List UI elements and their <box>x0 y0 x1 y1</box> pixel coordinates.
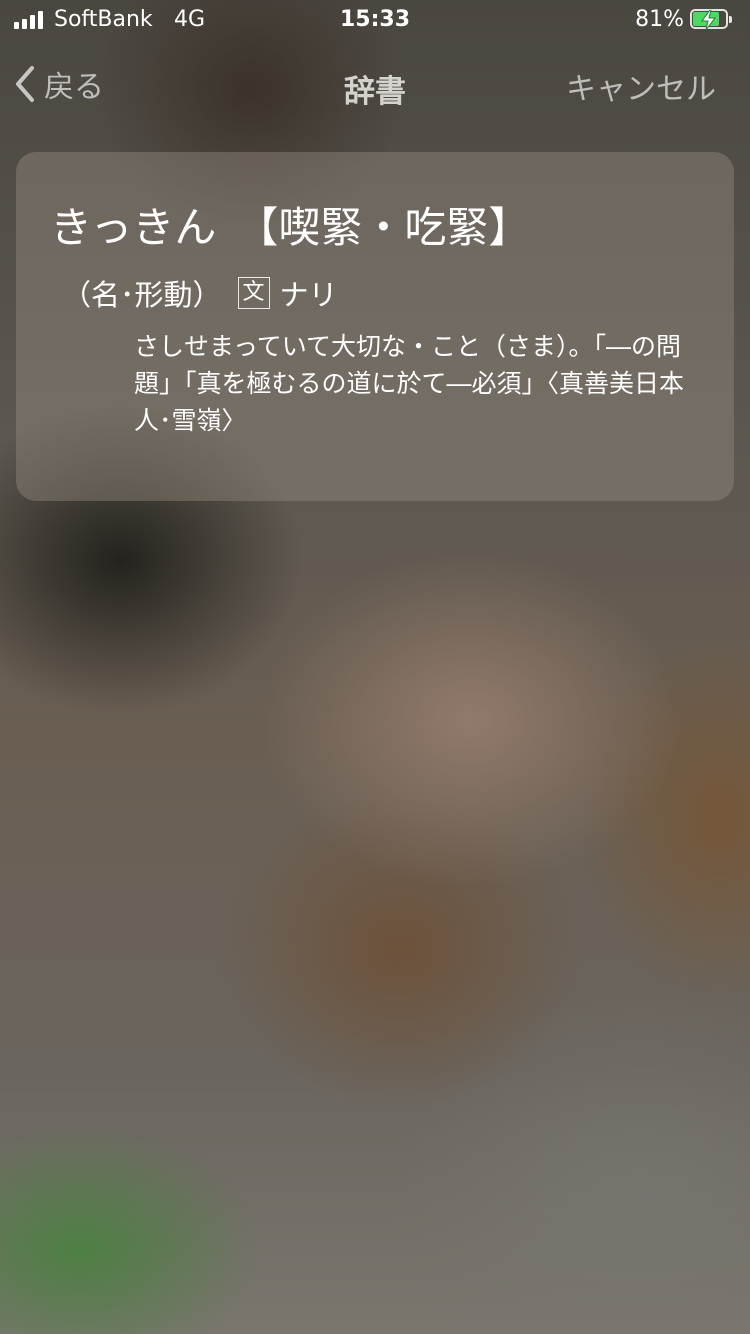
battery-percentage: 81% <box>635 7 684 32</box>
navigation-bar: 戻る 辞書 キャンセル <box>0 50 750 120</box>
entry-headword: きっきん 【喫緊・吃緊】 <box>50 194 530 255</box>
classical-marker-badge: 文 <box>237 277 270 309</box>
entry-definition: さしせまっていて大切な・こと（さま）。「―の問題」「真を極むるの道に於て―必須」… <box>134 332 685 435</box>
dictionary-entry-card: きっきん 【喫緊・吃緊】 （名･形動） 文 ナリ さしせまっていて大切な・こと（さ… <box>16 152 734 501</box>
classical-form: ナリ <box>279 278 338 312</box>
battery-icon <box>690 9 734 31</box>
entry-kanji: 【喫緊・吃緊】 <box>236 203 531 252</box>
part-of-speech: （名･形動） <box>62 278 222 312</box>
cancel-button[interactable]: キャンセル <box>566 64 716 108</box>
entry-reading: きっきん <box>50 203 217 252</box>
bolt-icon <box>701 10 716 30</box>
status-bar: SoftBank 4G 15:33 81% <box>0 0 750 40</box>
entry-grammar-line: （名･形動） 文 ナリ <box>62 272 338 314</box>
